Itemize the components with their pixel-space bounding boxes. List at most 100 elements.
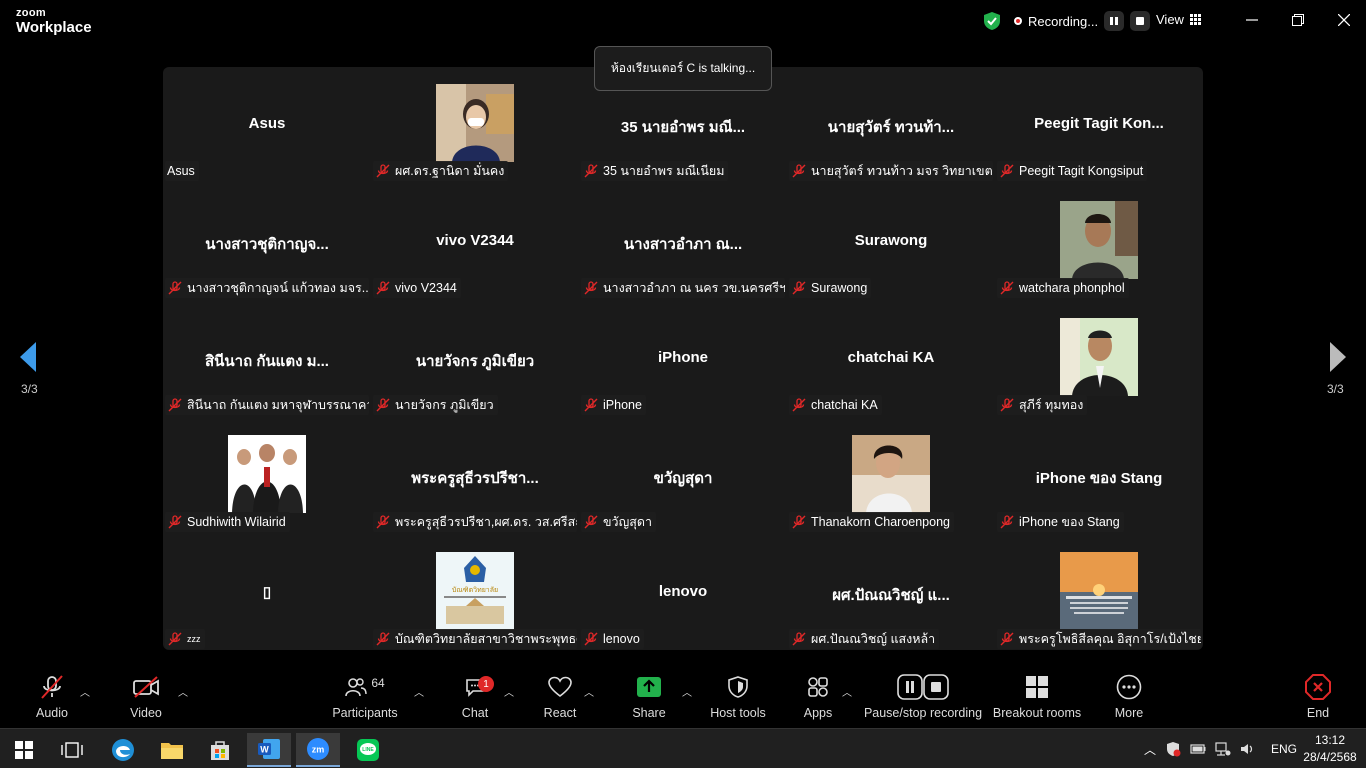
participant-tile[interactable]: lenovo lenovo (579, 535, 787, 652)
participant-display-name: lenovo (658, 583, 708, 600)
close-window-button[interactable] (1336, 12, 1352, 28)
participant-name-text: zzz (187, 634, 201, 644)
muted-microphone-icon (375, 632, 391, 646)
muted-microphone-icon (791, 164, 807, 178)
pause-recording-button[interactable] (1104, 11, 1125, 31)
tray-overflow-chevron-icon[interactable]: ︿ (1144, 741, 1156, 758)
muted-microphone-icon (999, 632, 1015, 646)
participant-display-name: iPhone ของ Stang (1035, 470, 1163, 487)
language-indicator[interactable]: ENG (1271, 742, 1297, 756)
participant-tile[interactable]: Thanakorn Charoenpong (787, 418, 995, 535)
participant-name-text: chatchai KA (811, 398, 878, 412)
participant-tile[interactable]: ผศ.ปัณณวิชญ์ แ... ผศ.ปัณณวิชญ์ แสงหล้า (787, 535, 995, 652)
participant-name-label: พระครูสุธีวรปรีชา,ผศ.ดร. วส.ศรีสะ... (373, 512, 577, 532)
store-taskbar-button[interactable] (198, 733, 242, 767)
participant-tile[interactable]: Peegit Tagit Kon... Peegit Tagit Kongsipu… (995, 67, 1203, 184)
view-button[interactable]: View (1156, 12, 1201, 27)
grid-view-icon (1189, 14, 1201, 25)
audio-button[interactable]: Audio (30, 670, 74, 728)
share-button[interactable]: Share (629, 670, 669, 728)
start-button[interactable] (2, 733, 46, 767)
zoom-taskbar-button[interactable]: zm (296, 733, 340, 767)
participant-name-text: vivo V2344 (395, 281, 457, 295)
audio-options-chevron-icon[interactable]: ︿ (80, 684, 90, 699)
clock-date: 28/4/2568 (1303, 750, 1357, 764)
participant-tile[interactable]: Asus Asus (163, 67, 371, 184)
video-button[interactable]: Video (124, 670, 168, 728)
previous-page-arrow-icon[interactable] (18, 340, 38, 374)
participant-tile[interactable]: สินีนาถ กันแตง ม... สินีนาถ กันแตง มหาจุฬ… (163, 301, 371, 418)
clock[interactable]: 13:12 28/4/2568 (1300, 732, 1360, 766)
audio-label: Audio (36, 706, 68, 720)
restore-button[interactable] (1290, 12, 1306, 28)
apps-icon (808, 677, 828, 697)
svg-text:บัณฑิตวิทยาลัย: บัณฑิตวิทยาลัย (452, 586, 498, 594)
minimize-button[interactable] (1244, 12, 1260, 28)
participant-name-label: บัณฑิตวิทยาลัยสาขาวิชาพระพุทธศ... (373, 629, 577, 649)
pause-stop-recording-button[interactable]: Pause/stop recording (864, 670, 982, 728)
participant-tile[interactable]: นายวัจกร ภูมิเขียว นายวัจกร ภูมิเขียว (371, 301, 579, 418)
participant-tile[interactable]: สุภีร์ ทุมทอง (995, 301, 1203, 418)
volume-tray-icon[interactable] (1240, 742, 1256, 756)
participant-tile[interactable]: พระครูโพธิสีลคุณ อิสุกาโร/เป้งไชยโม, ด..… (995, 535, 1203, 652)
participant-tile[interactable]: Sudhiwith Wilairid (163, 418, 371, 535)
participant-tile[interactable]: iPhone iPhone (579, 301, 787, 418)
participant-name-text: lenovo (603, 632, 640, 646)
participant-tile[interactable]: ▯ zzz (163, 535, 371, 652)
participant-name-text: พระครูโพธิสีลคุณ อิสุกาโร/เป้งไชยโม, ด..… (1019, 632, 1201, 646)
breakout-rooms-button[interactable]: Breakout rooms (993, 670, 1081, 728)
pause-stop-recording-icon (897, 674, 949, 700)
muted-microphone-icon (791, 398, 807, 412)
participant-name-label: ขวัญสุดา (581, 512, 656, 532)
react-options-chevron-icon[interactable]: ︿ (584, 684, 594, 699)
word-taskbar-button[interactable]: W (247, 733, 291, 767)
windows-start-icon (15, 741, 33, 759)
muted-microphone-icon (375, 281, 391, 295)
stop-recording-button[interactable] (1130, 11, 1151, 31)
apps-options-chevron-icon[interactable]: ︿ (842, 684, 852, 699)
participant-tile[interactable]: vivo V2344 vivo V2344 (371, 184, 579, 301)
end-label: End (1306, 706, 1330, 720)
pause-stop-label: Pause/stop recording (863, 706, 983, 720)
participant-display-name: นายวัจกร ภูมิเขียว (415, 353, 535, 370)
participant-tile[interactable]: นางสาวชุติกาญจ... นางสาวชุติกาญจน์ แก้วทอ… (163, 184, 371, 301)
participant-tile[interactable]: Surawong Surawong (787, 184, 995, 301)
video-options-chevron-icon[interactable]: ︿ (178, 684, 188, 699)
participants-button[interactable]: 64 Participants (330, 670, 400, 728)
share-options-chevron-icon[interactable]: ︿ (682, 684, 692, 699)
task-view-button[interactable] (50, 733, 94, 767)
participant-tile[interactable]: ผศ.ดร.ฐานิดา มั่นคง (371, 67, 579, 184)
apps-button[interactable]: Apps (798, 670, 838, 728)
edge-taskbar-button[interactable] (101, 733, 145, 767)
participant-display-name: ▯ (262, 584, 272, 601)
more-button[interactable]: More (1109, 670, 1149, 728)
chat-button[interactable]: 1 Chat (455, 670, 495, 728)
participant-tile[interactable]: นายสุวัตร์ ทวนท้า... นายสุวัตร์ ทวนท้าว ม… (787, 67, 995, 184)
page-indicator-left: 3/3 (21, 382, 38, 396)
participant-photo (1060, 318, 1138, 396)
line-taskbar-button[interactable]: LINE (346, 733, 390, 767)
security-tray-icon[interactable] (1165, 741, 1181, 757)
muted-microphone-icon (791, 632, 807, 646)
participant-tile[interactable]: นางสาวอำภา ณ... นางสาวอำภา ณ นคร วข.นครศร… (579, 184, 787, 301)
windows-taskbar: W zm LINE ︿ ENG 13:12 28/4/2568 (0, 728, 1366, 768)
participant-tile[interactable]: พระครูสุธีวรปรีชา... พระครูสุธีวรปรีชา,ผศ… (371, 418, 579, 535)
participant-tile[interactable]: iPhone ของ Stang iPhone ของ Stang (995, 418, 1203, 535)
chat-options-chevron-icon[interactable]: ︿ (504, 684, 514, 699)
participants-options-chevron-icon[interactable]: ︿ (414, 684, 424, 699)
participant-tile[interactable]: chatchai KA chatchai KA (787, 301, 995, 418)
network-tray-icon[interactable] (1215, 742, 1231, 756)
file-explorer-taskbar-button[interactable] (150, 733, 194, 767)
muted-microphone-icon (583, 164, 599, 178)
battery-tray-icon[interactable] (1190, 742, 1206, 756)
participant-tile[interactable]: ขวัญสุดา ขวัญสุดา (579, 418, 787, 535)
host-tools-button[interactable]: Host tools (708, 670, 768, 728)
store-bag-icon (211, 741, 229, 760)
participant-name-label: ผศ.ปัณณวิชญ์ แสงหล้า (789, 629, 940, 649)
participant-display-name: chatchai KA (847, 349, 935, 366)
participant-tile[interactable]: watchara phonphol (995, 184, 1203, 301)
end-meeting-button[interactable]: End (1298, 670, 1338, 728)
react-button[interactable]: React (540, 670, 580, 728)
next-page-arrow-icon[interactable] (1328, 340, 1348, 374)
participant-tile[interactable]: บัณฑิตวิทยาลัยบัณฑิตวิทยาลัยสาขาวิชาพระพ… (371, 535, 579, 652)
